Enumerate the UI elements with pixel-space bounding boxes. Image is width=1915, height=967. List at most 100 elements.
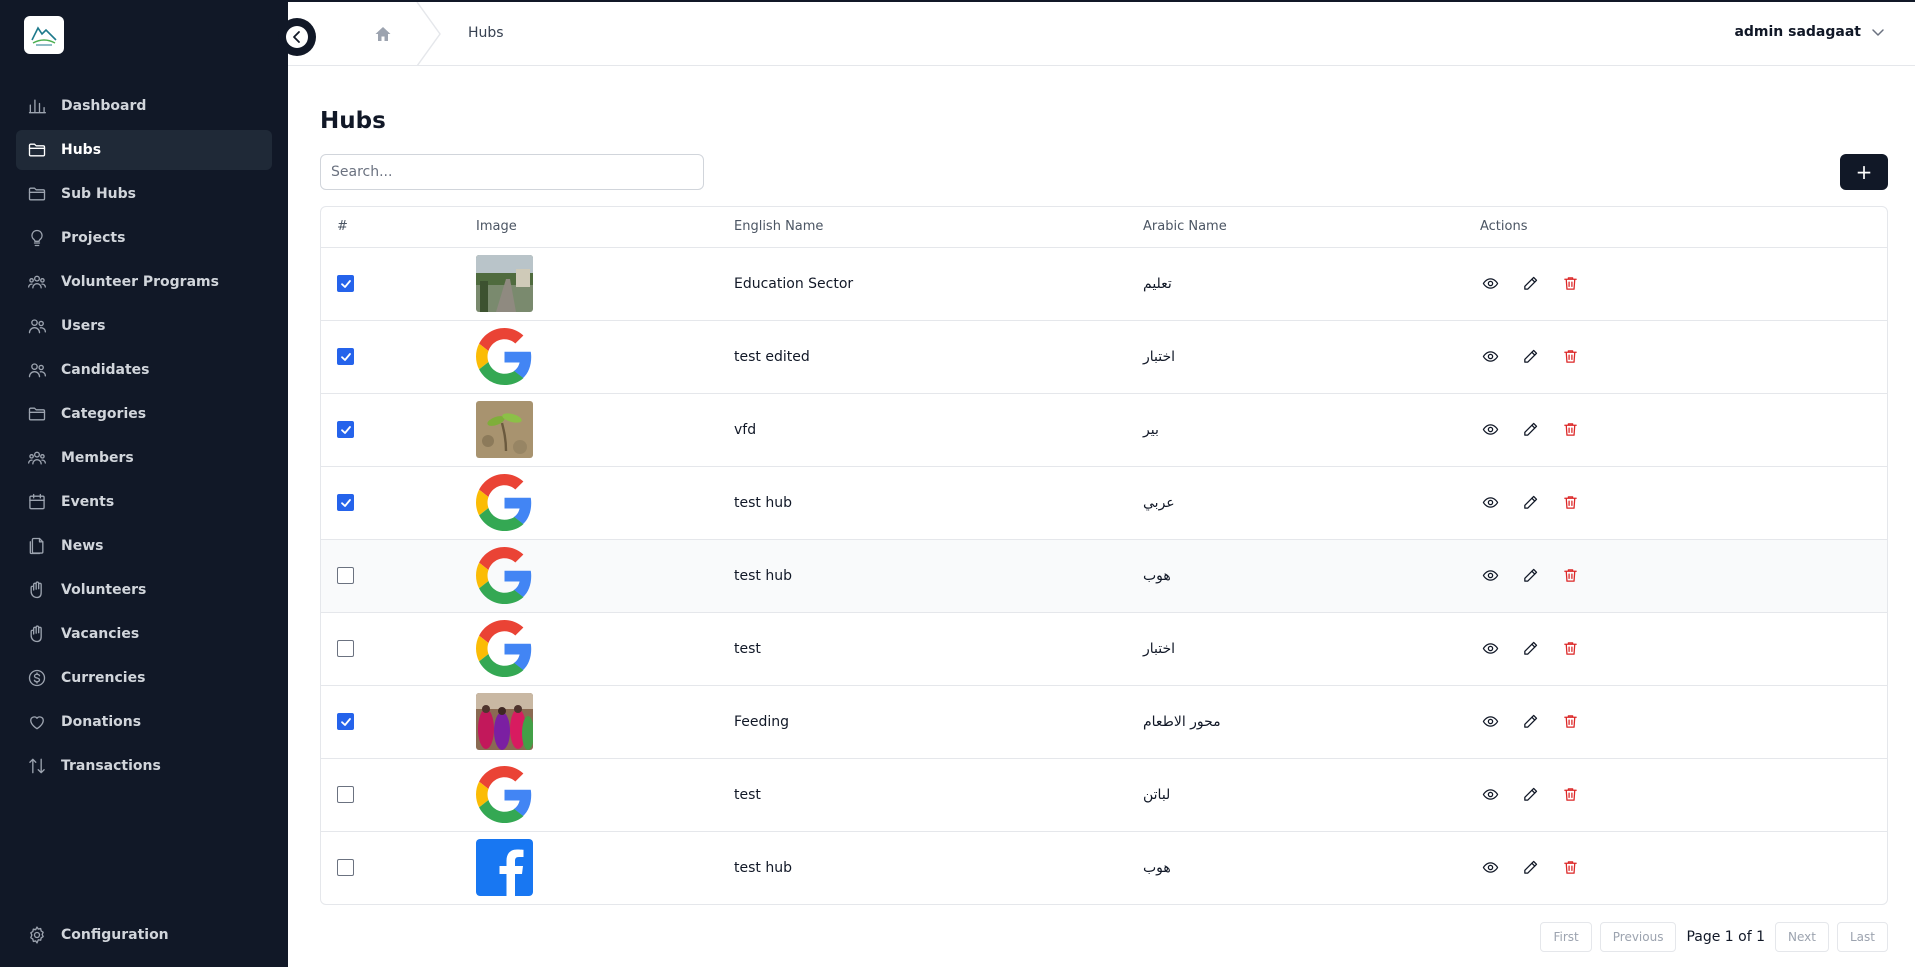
hand-icon (26, 579, 48, 601)
row-checkbox[interactable] (337, 421, 354, 438)
user-menu[interactable]: admin sadagaat (1734, 24, 1885, 40)
delete-icon[interactable] (1560, 858, 1580, 878)
arabic-name: اختبار (1143, 348, 1176, 365)
sidebar-item-label: Hubs (61, 142, 102, 158)
previous-page-button[interactable]: Previous (1599, 922, 1677, 952)
edit-icon[interactable] (1520, 639, 1540, 659)
view-icon[interactable] (1480, 493, 1500, 513)
sidebar-item-label: Projects (61, 230, 126, 246)
gear-icon (26, 924, 48, 946)
sidebar-item-candidates[interactable]: Candidates (16, 350, 272, 390)
sidebar-item-projects[interactable]: Projects (16, 218, 272, 258)
lightbulb-icon (26, 227, 48, 249)
sidebar-item-vacancies[interactable]: Vacancies (16, 614, 272, 654)
delete-icon[interactable] (1560, 639, 1580, 659)
next-page-button[interactable]: Next (1775, 922, 1829, 952)
breadcrumb[interactable]: Hubs (468, 25, 504, 41)
sidebar-item-users[interactable]: Users (16, 306, 272, 346)
home-icon[interactable] (373, 24, 393, 44)
arabic-name: هوب (1143, 567, 1171, 584)
sidebar-item-volunteer-programs[interactable]: Volunteer Programs (16, 262, 272, 302)
english-name: test hub (734, 539, 1143, 613)
edit-icon[interactable] (1520, 274, 1540, 294)
first-page-button[interactable]: First (1540, 922, 1592, 952)
checkmark-icon (340, 717, 351, 726)
users-group-icon (26, 447, 48, 469)
arrows-updown-icon (26, 755, 48, 777)
english-name: test (734, 758, 1143, 832)
search-input[interactable] (320, 154, 704, 190)
sidebar-item-members[interactable]: Members (16, 438, 272, 478)
folder-icon (26, 139, 48, 161)
bar-chart-icon (26, 95, 48, 117)
edit-icon[interactable] (1520, 493, 1540, 513)
sidebar-item-label: Transactions (61, 758, 161, 774)
sidebar-item-dashboard[interactable]: Dashboard (16, 86, 272, 126)
view-icon[interactable] (1480, 785, 1500, 805)
google-logo (476, 766, 533, 823)
edit-icon[interactable] (1520, 566, 1540, 586)
app-logo[interactable] (24, 16, 64, 54)
add-hub-button[interactable]: + (1840, 154, 1888, 190)
sidebar-item-label: Dashboard (61, 98, 147, 114)
view-icon[interactable] (1480, 347, 1500, 367)
view-icon[interactable] (1480, 712, 1500, 732)
view-icon[interactable] (1480, 858, 1500, 878)
view-icon[interactable] (1480, 420, 1500, 440)
page-title: Hubs (320, 108, 386, 134)
arabic-name: تعليم (1143, 275, 1172, 292)
sidebar-item-sub-hubs[interactable]: Sub Hubs (16, 174, 272, 214)
english-name: vfd (734, 393, 1143, 467)
view-icon[interactable] (1480, 274, 1500, 294)
delete-icon[interactable] (1560, 274, 1580, 294)
sidebar-item-donations[interactable]: Donations (16, 702, 272, 742)
sidebar-item-currencies[interactable]: Currencies (16, 658, 272, 698)
sidebar-item-hubs[interactable]: Hubs (16, 130, 272, 170)
sidebar-item-label: Events (61, 494, 115, 510)
collapse-sidebar-button[interactable] (278, 18, 316, 56)
delete-icon[interactable] (1560, 785, 1580, 805)
arabic-name: لباتن (1143, 786, 1171, 803)
edit-icon[interactable] (1520, 785, 1540, 805)
view-icon[interactable] (1480, 639, 1500, 659)
delete-icon[interactable] (1560, 493, 1580, 513)
edit-icon[interactable] (1520, 712, 1540, 732)
delete-icon[interactable] (1560, 566, 1580, 586)
row-checkbox[interactable] (337, 786, 354, 803)
heart-icon (26, 711, 48, 733)
sidebar-item-categories[interactable]: Categories (16, 394, 272, 434)
checkmark-icon (340, 425, 351, 434)
edit-icon[interactable] (1520, 858, 1540, 878)
edit-icon[interactable] (1520, 420, 1540, 440)
row-checkbox[interactable] (337, 275, 354, 292)
sidebar-item-volunteers[interactable]: Volunteers (16, 570, 272, 610)
sidebar-item-events[interactable]: Events (16, 482, 272, 522)
delete-icon[interactable] (1560, 712, 1580, 732)
google-logo (476, 547, 533, 604)
column-header-actions: Actions (1480, 207, 1887, 248)
last-page-button[interactable]: Last (1837, 922, 1888, 952)
row-checkbox[interactable] (337, 640, 354, 657)
column-header-arabic-name: Arabic Name (1143, 207, 1480, 248)
row-checkbox[interactable] (337, 859, 354, 877)
sidebar-item-transactions[interactable]: Transactions (16, 746, 272, 786)
table-row: vfd بير (321, 393, 1887, 467)
sidebar-item-label: Donations (61, 714, 142, 730)
english-name: Feeding (734, 685, 1143, 759)
row-checkbox[interactable] (337, 494, 354, 511)
delete-icon[interactable] (1560, 347, 1580, 367)
view-icon[interactable] (1480, 566, 1500, 586)
column-header-number: # (321, 207, 476, 248)
column-header-english-name: English Name (734, 207, 1143, 248)
sidebar-item-label: Candidates (61, 362, 150, 378)
edit-icon[interactable] (1520, 347, 1540, 367)
sidebar-item-configuration[interactable]: Configuration (16, 915, 272, 955)
row-checkbox[interactable] (337, 567, 354, 584)
arabic-name: اختبار (1143, 640, 1176, 657)
row-checkbox[interactable] (337, 348, 354, 365)
delete-icon[interactable] (1560, 420, 1580, 440)
sidebar-item-news[interactable]: News (16, 526, 272, 566)
sidebar-item-label: Configuration (61, 927, 169, 943)
table-row: test hub هوب (321, 539, 1887, 613)
row-checkbox[interactable] (337, 713, 354, 730)
